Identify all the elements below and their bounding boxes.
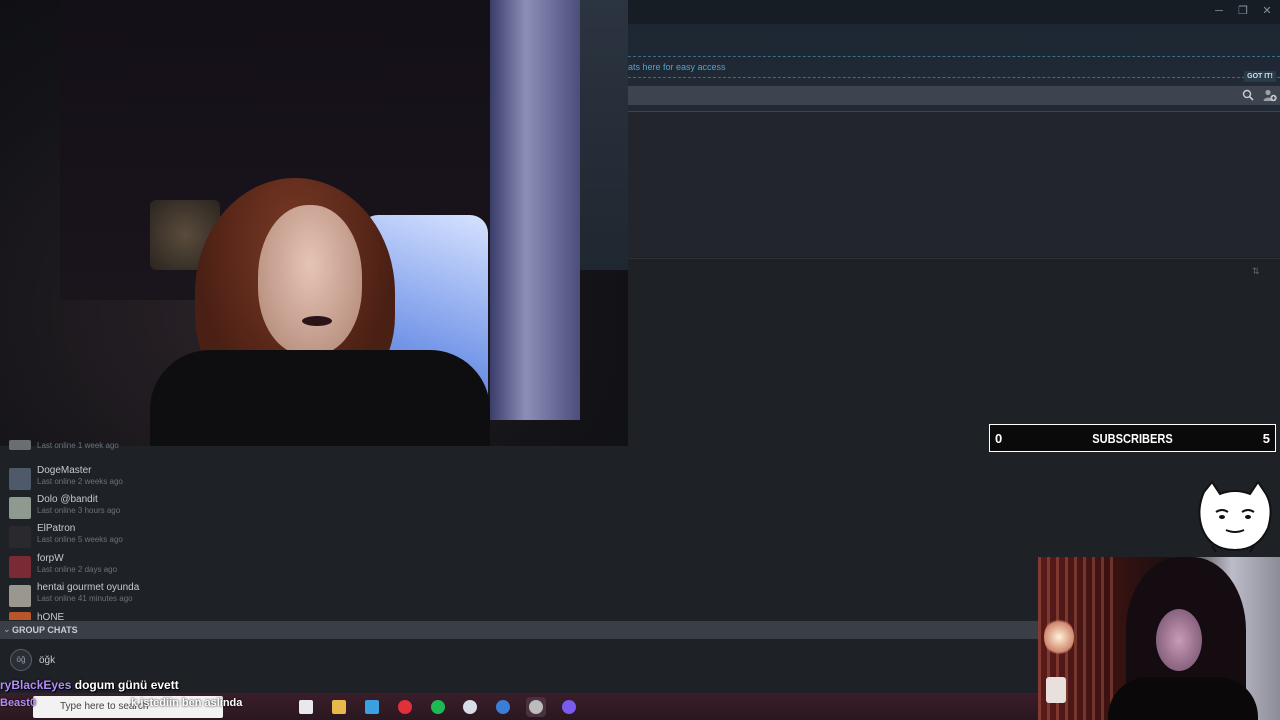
obs-taskbar-icon[interactable] bbox=[460, 697, 480, 717]
steam-titlebar: ─ ❐ ✕ bbox=[628, 0, 1280, 24]
chat-text: k istediin ben aslinda bbox=[131, 697, 243, 709]
friend-status: Last online 3 hours ago bbox=[37, 506, 121, 515]
sort-icon[interactable]: ⇅ bbox=[1252, 266, 1260, 277]
friend-status: Last online 2 weeks ago bbox=[37, 477, 123, 486]
chat-username: Beast0 bbox=[0, 697, 37, 709]
webcam-person-body bbox=[150, 350, 490, 446]
friend-name: Dolo @bandit bbox=[37, 494, 98, 505]
friend-item[interactable]: ElPatron Last online 5 weeks ago bbox=[9, 523, 409, 551]
friend-name: forpW bbox=[37, 553, 64, 564]
group-avatar: öğ bbox=[10, 649, 32, 671]
steam-icon bbox=[496, 700, 510, 714]
group-chat-name: öğk bbox=[39, 655, 56, 666]
subscribers-right-count: 5 bbox=[1262, 431, 1270, 446]
edge-taskbar-icon[interactable] bbox=[362, 697, 382, 717]
friend-item[interactable]: Last online 1 week ago bbox=[9, 440, 409, 468]
friend-name: DogeMaster bbox=[37, 465, 92, 476]
webcam-person-face bbox=[258, 205, 362, 355]
close-icon[interactable]: ✕ bbox=[1260, 4, 1274, 18]
webcam-lamp bbox=[1044, 617, 1074, 657]
friend-name: hentai gourmet oyunda bbox=[37, 582, 140, 593]
avatar bbox=[9, 526, 31, 548]
avatar bbox=[9, 556, 31, 578]
subscribers-title: SUBSCRIBERS bbox=[1092, 431, 1173, 446]
opera-taskbar-icon[interactable] bbox=[395, 697, 415, 717]
chat-username: ryBlackEyes bbox=[0, 678, 72, 692]
discord-icon bbox=[562, 700, 576, 714]
friend-status: Last online 2 days ago bbox=[37, 565, 118, 574]
group-chat-item[interactable] bbox=[0, 639, 1038, 677]
webcam-glass bbox=[1046, 677, 1066, 703]
add-friend-icon[interactable] bbox=[1263, 89, 1277, 102]
edge-icon bbox=[365, 700, 379, 714]
file-explorer-icon bbox=[332, 700, 346, 714]
store-icon bbox=[299, 700, 313, 714]
discord-taskbar-icon[interactable] bbox=[559, 697, 579, 717]
friend-status: Last online 1 week ago bbox=[37, 441, 119, 450]
avatar bbox=[9, 440, 31, 450]
friend-name: ElPatron bbox=[37, 523, 76, 534]
spotify-taskbar-icon[interactable] bbox=[428, 697, 448, 717]
webcam-person-lips bbox=[302, 316, 332, 326]
spotify-icon bbox=[431, 700, 445, 714]
chat-message: ryBlackEyes dogum günü evett bbox=[0, 678, 179, 692]
friend-item[interactable]: hONE bbox=[9, 610, 409, 620]
got-it-button[interactable]: GOT IT! bbox=[1244, 71, 1276, 82]
friends-list: Last online 1 week ago DogeMaster Last o… bbox=[0, 440, 1038, 620]
section-divider bbox=[628, 258, 1280, 259]
search-icon[interactable] bbox=[1242, 89, 1254, 101]
friend-item[interactable]: forpW Last online 2 days ago bbox=[9, 553, 409, 581]
friend-status: Last online 5 weeks ago bbox=[37, 535, 123, 544]
chat-text: dogum günü evett bbox=[74, 678, 179, 692]
window-controls: ─ ❐ ✕ bbox=[1212, 4, 1274, 18]
friend-name: hONE bbox=[37, 612, 65, 620]
secondary-webcam-feed bbox=[1038, 557, 1280, 720]
subscribers-widget: 0 SUBSCRIBERS 5 bbox=[989, 424, 1276, 452]
webcam-feed bbox=[0, 0, 628, 446]
obs-studio-icon bbox=[529, 700, 543, 714]
friend-item[interactable]: DogeMaster Last online 2 weeks ago bbox=[9, 465, 409, 493]
webcam-person-body bbox=[1108, 677, 1258, 720]
obs-studio-taskbar-icon[interactable] bbox=[526, 697, 546, 717]
friends-search-input[interactable] bbox=[628, 86, 1280, 105]
opera-icon bbox=[398, 700, 412, 714]
webcam-curtain bbox=[490, 0, 580, 420]
friend-status: Last online 41 minutes ago bbox=[37, 594, 133, 603]
group-chats-title: GROUP CHATS bbox=[12, 625, 78, 635]
friend-item[interactable]: hentai gourmet oyunda Last online 41 min… bbox=[9, 582, 409, 610]
friends-main-area bbox=[628, 112, 1280, 257]
chevron-down-icon: ⌄ bbox=[3, 624, 11, 634]
avatar bbox=[9, 468, 31, 490]
group-chats-header[interactable]: ⌄ GROUP CHATS bbox=[0, 621, 1038, 639]
avatar bbox=[9, 585, 31, 607]
chat-message: Beast0 k istediin ben aslinda bbox=[0, 697, 242, 709]
friend-item[interactable]: Dolo @bandit Last online 3 hours ago bbox=[9, 494, 409, 522]
store-taskbar-icon[interactable] bbox=[296, 697, 316, 717]
subscribers-left-count: 0 bbox=[995, 431, 1003, 446]
avatar bbox=[9, 612, 31, 620]
maximize-icon[interactable]: ❐ bbox=[1236, 4, 1250, 18]
cat-mascot-icon bbox=[1194, 480, 1276, 554]
steam-taskbar-icon[interactable] bbox=[493, 697, 513, 717]
avatar bbox=[9, 497, 31, 519]
tip-text: ats here for easy access bbox=[628, 62, 726, 72]
webcam-person-face bbox=[1156, 609, 1202, 671]
minimize-icon[interactable]: ─ bbox=[1212, 4, 1226, 18]
obs-icon bbox=[463, 700, 477, 714]
file-explorer-taskbar-icon[interactable] bbox=[329, 697, 349, 717]
